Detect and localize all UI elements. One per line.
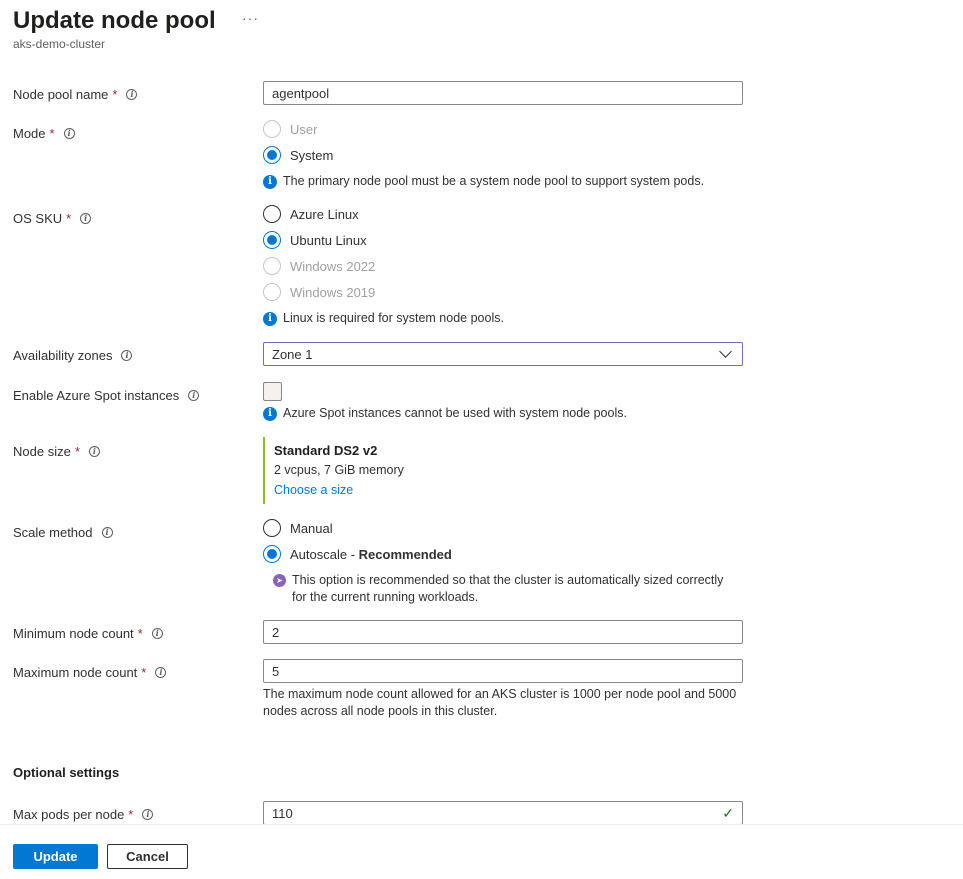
info-filled-icon: i (263, 312, 277, 326)
radio-button[interactable] (263, 283, 281, 301)
radio-button[interactable] (263, 120, 281, 138)
spot-instances-label: Enable Azure Spot instances i (13, 386, 200, 404)
min-node-count-label: Minimum node count * i (13, 624, 163, 642)
required-marker: * (112, 86, 118, 102)
radio-button[interactable] (263, 146, 281, 164)
radio-button[interactable] (263, 231, 281, 249)
info-icon[interactable]: i (142, 808, 154, 820)
optional-settings-heading: Optional settings (13, 765, 120, 780)
required-marker: * (128, 806, 134, 822)
scale-method-label: Scale method i (13, 523, 113, 541)
rocket-icon: ➤ (273, 574, 286, 587)
page-title: Update node pool (13, 7, 216, 34)
max-node-count-label: Maximum node count * i (13, 663, 167, 681)
min-node-count-input[interactable]: 2 (263, 620, 743, 644)
info-filled-icon: i (263, 175, 277, 189)
info-icon[interactable]: i (63, 127, 75, 139)
required-marker: * (141, 664, 147, 680)
info-icon[interactable]: i (151, 627, 163, 639)
scale-option-autoscale[interactable]: Autoscale - Recommended (263, 544, 452, 564)
radio-button[interactable] (263, 205, 281, 223)
required-marker: * (49, 125, 55, 141)
os-sku-option-windows-2019[interactable]: Windows 2019 (263, 282, 375, 302)
max-node-count-note: The maximum node count allowed for an AK… (263, 687, 737, 718)
os-sku-option-azure-linux[interactable]: Azure Linux (263, 204, 359, 224)
info-icon[interactable]: i (188, 389, 200, 401)
node-pool-name-input[interactable]: agentpool (263, 81, 743, 105)
info-icon[interactable]: i (88, 445, 100, 457)
node-pool-name-label: Node pool name * i (13, 85, 138, 103)
os-sku-info-message: i Linux is required for system node pool… (263, 311, 504, 326)
chevron-down-icon (719, 345, 732, 358)
mode-option-system[interactable]: System (263, 145, 333, 165)
choose-size-link[interactable]: Choose a size (274, 483, 353, 497)
availability-zones-label: Availability zones i (13, 346, 133, 364)
info-icon[interactable]: i (101, 526, 113, 538)
page-subtitle: aks-demo-cluster (13, 37, 106, 51)
node-size-summary: Standard DS2 v2 2 vcpus, 7 GiB memory Ch… (263, 437, 563, 504)
autoscale-recommendation: ➤ This option is recommended so that the… (273, 572, 723, 606)
os-sku-option-windows-2022[interactable]: Windows 2022 (263, 256, 375, 276)
info-icon[interactable]: i (121, 349, 133, 361)
required-marker: * (137, 625, 143, 641)
max-pods-label: Max pods per node * i (13, 805, 154, 823)
node-size-spec: 2 vcpus, 7 GiB memory (274, 463, 404, 477)
radio-button[interactable] (263, 545, 281, 563)
info-icon[interactable]: i (155, 666, 167, 678)
node-size-name: Standard DS2 v2 (274, 443, 378, 458)
radio-button[interactable] (263, 257, 281, 275)
availability-zones-dropdown[interactable]: Zone 1 (263, 342, 743, 366)
footer-divider (0, 824, 963, 825)
mode-label: Mode * i (13, 124, 75, 142)
mode-option-user[interactable]: User (263, 119, 317, 139)
info-icon[interactable]: i (126, 88, 138, 100)
checkmark-icon: ✓ (722, 804, 734, 821)
required-marker: * (74, 443, 80, 459)
info-filled-icon: i (263, 407, 277, 421)
os-sku-label: OS SKU * i (13, 209, 92, 227)
os-sku-option-ubuntu-linux[interactable]: Ubuntu Linux (263, 230, 367, 250)
scale-option-manual[interactable]: Manual (263, 518, 333, 538)
info-icon[interactable]: i (80, 212, 92, 224)
radio-button[interactable] (263, 519, 281, 537)
node-size-label: Node size * i (13, 442, 100, 460)
spot-instances-checkbox[interactable] (263, 382, 282, 401)
cancel-button[interactable]: Cancel (107, 844, 188, 869)
recommended-tag: Recommended (358, 546, 452, 562)
max-node-count-input[interactable]: 5 (263, 659, 743, 683)
required-marker: * (66, 210, 72, 226)
more-options-icon[interactable]: ··· (242, 10, 259, 26)
max-pods-input[interactable]: 110 ✓ (263, 801, 743, 825)
update-button[interactable]: Update (13, 844, 98, 869)
spot-info-message: i Azure Spot instances cannot be used wi… (263, 406, 627, 421)
mode-info-message: i The primary node pool must be a system… (263, 174, 704, 189)
